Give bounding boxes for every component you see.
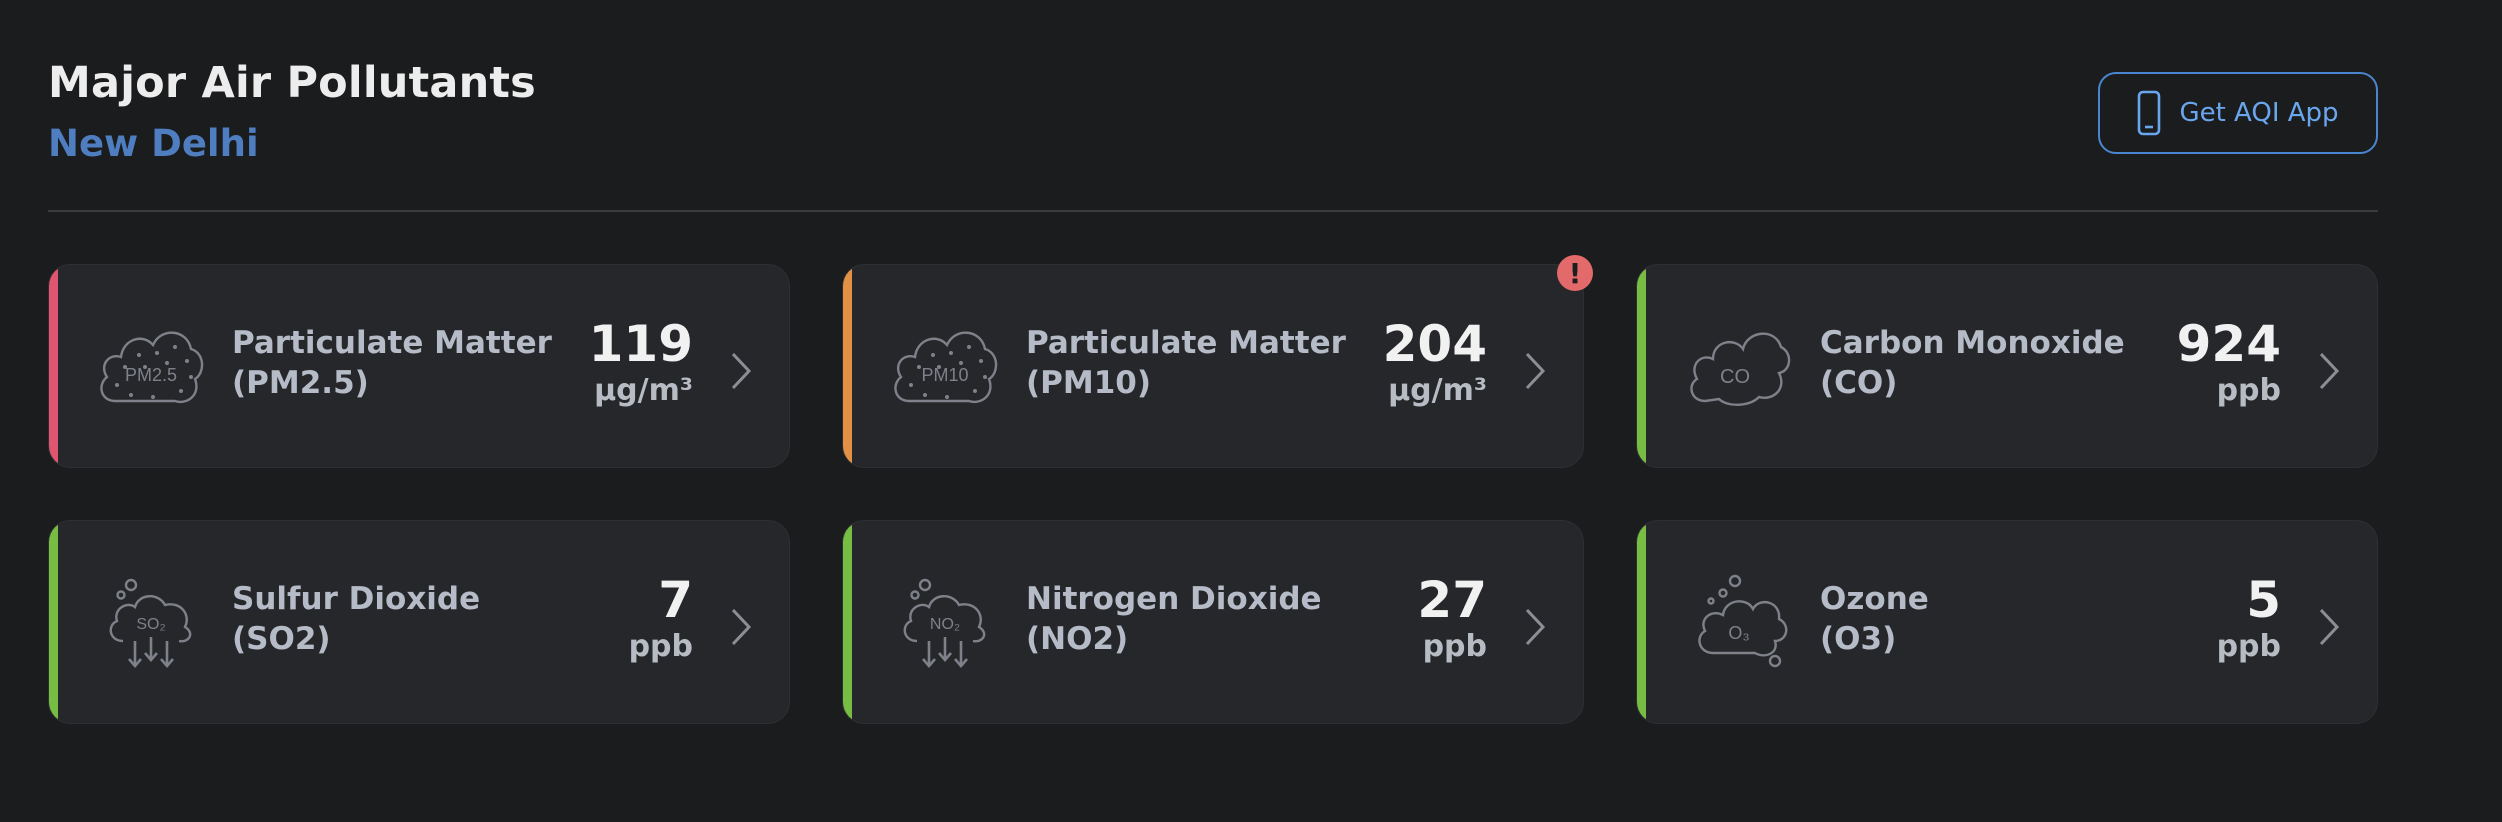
get-aqi-app-label: Get AQI App — [2179, 98, 2339, 128]
so2-cloud-icon: SO₂ — [109, 578, 192, 668]
pollutant-unit: ppb — [2216, 629, 2281, 664]
pollutant-unit: ppb — [628, 629, 693, 664]
pollutant-unit: ppb — [1422, 629, 1487, 664]
pollutant-reading: 5 ppb — [2217, 571, 2281, 665]
pm25-icon-label: PM2.5 — [125, 365, 177, 385]
chevron-right-icon — [2319, 608, 2340, 646]
pm25-cloud-icon: PM2.5 — [100, 331, 204, 404]
status-bar — [49, 521, 58, 723]
pm10-icon-label: PM10 — [921, 365, 968, 385]
chevron-right-icon — [731, 608, 752, 646]
pollutant-name: Particulate Matter (PM2.5) — [232, 325, 552, 401]
pollutant-card-pm25[interactable]: PM2.5 Particulate Matter (PM2.5) 119 µg/… — [48, 264, 790, 468]
so2-icon-label: SO₂ — [136, 616, 165, 633]
pollutant-value: 7 — [658, 571, 693, 629]
pollutant-name: Ozone (O3) — [1820, 581, 1929, 657]
o3-icon-label: O₃ — [1728, 623, 1749, 643]
pollutant-value: 119 — [588, 315, 693, 373]
co-cloud-icon: CO — [1690, 332, 1791, 406]
status-bar — [843, 265, 852, 467]
header-divider — [48, 210, 2378, 212]
pollutant-value: 27 — [1417, 571, 1487, 629]
pollutant-card-pm10[interactable]: PM10 Particulate Matter (PM10) 204 µg/m³ — [842, 264, 1584, 468]
pollutant-value: 204 — [1382, 315, 1487, 373]
pollutant-name: Particulate Matter (PM10) — [1026, 325, 1346, 401]
status-bar — [49, 265, 58, 467]
chevron-right-icon — [1525, 352, 1546, 390]
no2-icon-label: NO₂ — [930, 616, 960, 633]
pollutant-reading: 924 ppb — [2177, 315, 2281, 409]
get-aqi-app-button[interactable]: Get AQI App — [2098, 72, 2378, 154]
pollutants-header: Major Air Pollutants New Delhi Get AQI A… — [48, 58, 2378, 168]
pollutant-unit: µg/m³ — [1388, 373, 1487, 408]
chevron-right-icon — [2319, 352, 2340, 390]
pollutant-card-no2[interactable]: NO₂ Nitrogen Dioxide (NO2) 27 ppb — [842, 520, 1584, 724]
pollutant-card-co[interactable]: CO Carbon Monoxide (CO) 924 ppb — [1636, 264, 2378, 468]
pollutant-card-so2[interactable]: SO₂ Sulfur Dioxide (SO2) 7 ppb — [48, 520, 790, 724]
status-bar — [1637, 265, 1646, 467]
pollutant-unit: ppb — [2216, 373, 2281, 408]
chevron-right-icon — [731, 352, 752, 390]
pollutant-name: Nitrogen Dioxide (NO2) — [1026, 581, 1322, 657]
o3-cloud-icon: O₃ — [1698, 574, 1788, 668]
status-bar — [1637, 521, 1646, 723]
pm10-cloud-icon: PM10 — [894, 331, 998, 404]
pollutant-name: Carbon Monoxide (CO) — [1820, 325, 2125, 401]
pollutant-reading: 204 µg/m³ — [1383, 315, 1487, 409]
no2-cloud-icon: NO₂ — [903, 578, 986, 668]
pollutant-reading: 7 ppb — [629, 571, 693, 665]
page-title: Major Air Pollutants — [48, 58, 536, 108]
pollutant-value: 5 — [2246, 571, 2281, 629]
pollutant-unit: µg/m³ — [594, 373, 693, 408]
pollutant-reading: 119 µg/m³ — [589, 315, 693, 409]
status-bar — [843, 521, 852, 723]
pollutant-card-o3[interactable]: O₃ Ozone (O3) 5 ppb — [1636, 520, 2378, 724]
pollutant-name: Sulfur Dioxide (SO2) — [232, 581, 481, 657]
co-icon-label: CO — [1720, 366, 1750, 388]
alert-icon: ! — [1557, 255, 1593, 291]
city-name: New Delhi — [48, 122, 259, 165]
chevron-right-icon — [1525, 608, 1546, 646]
smartphone-icon — [2137, 90, 2161, 136]
pollutant-value: 924 — [2176, 315, 2281, 373]
pollutant-reading: 27 ppb — [1417, 571, 1487, 665]
